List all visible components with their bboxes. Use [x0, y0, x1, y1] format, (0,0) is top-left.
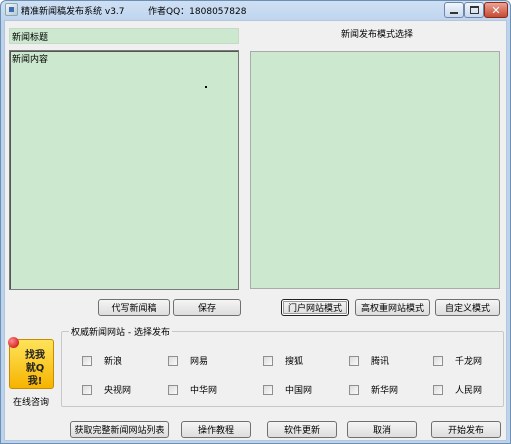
site-label: 央视网: [104, 386, 132, 396]
tutorial-button[interactable]: 操作教程: [181, 421, 251, 438]
custom-mode-button[interactable]: 自定义模式: [435, 299, 500, 316]
checkbox-icon[interactable]: [263, 384, 273, 395]
minimize-icon: [450, 12, 458, 14]
site-label: 新浪: [104, 357, 123, 367]
client-area: 新闻标题 新闻内容 新闻发布模式选择 代写新闻稿 保存 门户网站模式 高权重网站…: [4, 20, 507, 441]
maximize-icon: [469, 6, 479, 14]
title-bar[interactable]: 精准新闻稿发布系统 v3.7 作者QQ：1808057828 ✕: [1, 1, 510, 19]
site-checkbox-xinhua[interactable]: 新华网: [349, 383, 398, 396]
start-publish-button[interactable]: 开始发布: [431, 421, 501, 438]
site-checkbox-people[interactable]: 人民网: [433, 383, 482, 396]
high-weight-mode-button[interactable]: 高权重网站模式: [355, 299, 430, 316]
portal-mode-button[interactable]: 门户网站模式: [281, 299, 349, 316]
checkbox-icon[interactable]: [349, 384, 359, 395]
site-label: 新华网: [371, 386, 399, 396]
badge-line-2: 就Q我!: [25, 363, 45, 387]
site-label: 搜狐: [285, 357, 304, 367]
site-label: 网易: [190, 357, 209, 367]
site-checkbox-sohu[interactable]: 搜狐: [263, 354, 303, 367]
app-icon: [5, 3, 18, 16]
author-info: 作者QQ：1808057828: [148, 7, 247, 17]
checkbox-icon[interactable]: [349, 355, 359, 366]
site-checkbox-china-com[interactable]: 中华网: [168, 383, 217, 396]
cancel-button[interactable]: 取消: [347, 421, 417, 438]
site-label: 千龙网: [455, 357, 483, 367]
app-window: 精准新闻稿发布系统 v3.7 作者QQ：1808057828 ✕ 新闻标题 新闻…: [0, 0, 511, 444]
save-button[interactable]: 保存: [173, 299, 241, 316]
red-ball-icon: [8, 337, 19, 348]
minimize-button[interactable]: [444, 2, 464, 18]
publish-mode-label: 新闻发布模式选择: [341, 30, 414, 40]
mouse-cursor: [205, 86, 207, 88]
maximize-button[interactable]: [464, 2, 484, 18]
site-checkbox-cctv[interactable]: 央视网: [82, 383, 131, 396]
site-label: 中华网: [190, 386, 218, 396]
close-button[interactable]: ✕: [484, 2, 508, 18]
badge-text: 找我 就Q我!: [19, 349, 51, 388]
software-update-button[interactable]: 软件更新: [267, 421, 337, 438]
write-article-button[interactable]: 代写新闻稿: [98, 299, 170, 316]
site-label: 人民网: [455, 386, 483, 396]
checkbox-icon[interactable]: [168, 384, 178, 395]
checkbox-icon[interactable]: [82, 355, 92, 366]
qq-contact-badge[interactable]: 找我 就Q我!: [8, 337, 54, 389]
checkbox-icon[interactable]: [168, 355, 178, 366]
site-checkbox-china-org[interactable]: 中国网: [263, 383, 312, 396]
news-title-input[interactable]: 新闻标题: [9, 28, 239, 44]
site-checkbox-tencent[interactable]: 腾讯: [349, 354, 389, 367]
site-checkbox-sina[interactable]: 新浪: [82, 354, 122, 367]
window-title: 精准新闻稿发布系统 v3.7: [21, 7, 125, 17]
publish-mode-panel[interactable]: [250, 51, 500, 289]
close-icon: ✕: [491, 3, 501, 17]
badge-line-1: 找我: [25, 350, 45, 361]
news-sites-group-label: 权威新闻网站 - 选择发布: [69, 325, 172, 338]
site-label: 中国网: [285, 386, 313, 396]
site-checkbox-163[interactable]: 网易: [168, 354, 208, 367]
checkbox-icon[interactable]: [263, 355, 273, 366]
site-checkbox-qianlong[interactable]: 千龙网: [433, 354, 482, 367]
checkbox-icon[interactable]: [433, 355, 443, 366]
get-site-list-button[interactable]: 获取完整新闻网站列表: [70, 421, 169, 438]
online-consult-label: 在线咨询: [13, 398, 50, 408]
site-label: 腾讯: [371, 357, 390, 367]
checkbox-icon[interactable]: [433, 384, 443, 395]
checkbox-icon[interactable]: [82, 384, 92, 395]
